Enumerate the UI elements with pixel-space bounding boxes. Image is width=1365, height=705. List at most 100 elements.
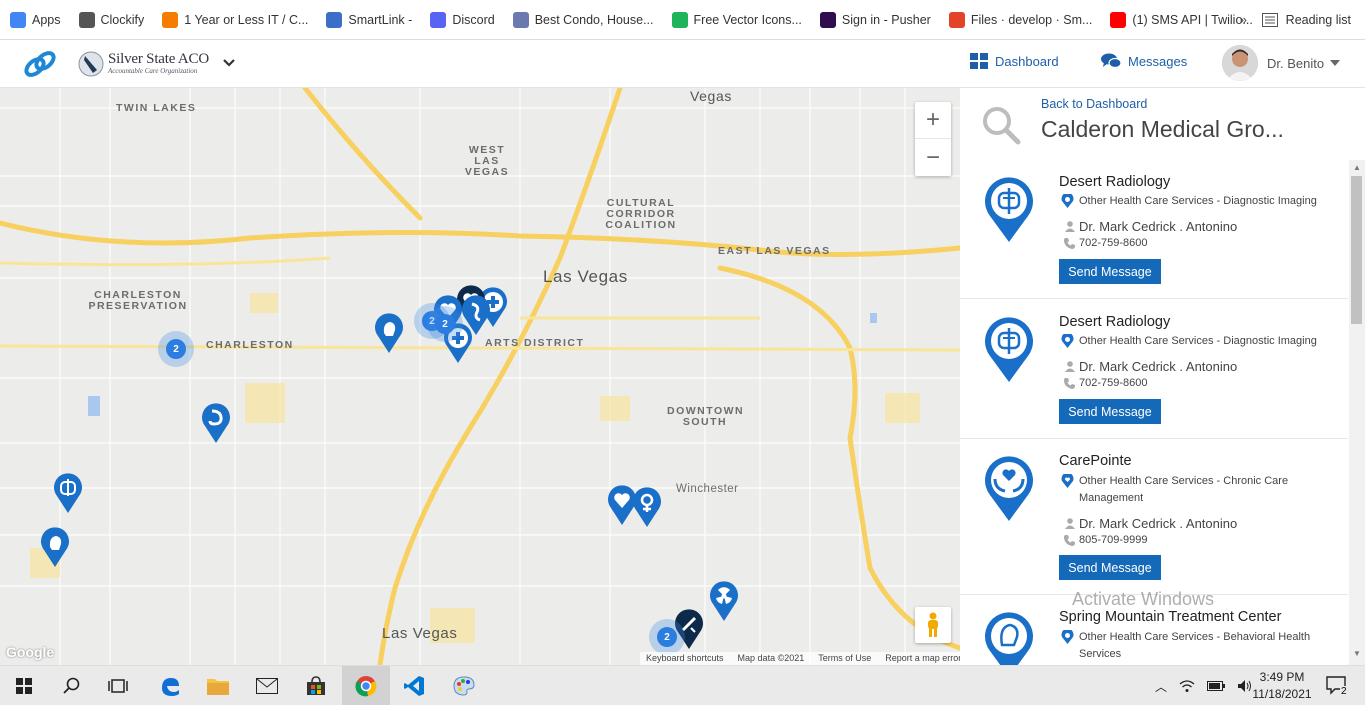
bookmark-item[interactable]: Free Vector Icons... bbox=[671, 11, 802, 28]
provider-doctor: Dr. Mark Cedrick . Antonino bbox=[1079, 516, 1238, 531]
task-view-button[interactable] bbox=[94, 666, 142, 705]
provider-category: Other Health Care Services - Behavioral … bbox=[1079, 631, 1311, 660]
map-footer: Keyboard shortcuts Map data ©2021 Terms … bbox=[640, 652, 960, 665]
map-pin-behavioral-health-2[interactable] bbox=[39, 526, 71, 568]
map-pin-anatomy[interactable] bbox=[460, 294, 492, 336]
report-map-error-link[interactable]: Report a map error bbox=[885, 653, 960, 664]
send-message-button[interactable]: Send Message bbox=[1059, 555, 1161, 580]
map-cluster-marker[interactable]: 2 bbox=[649, 619, 685, 655]
keyboard-shortcuts-link[interactable]: Keyboard shortcuts bbox=[646, 653, 724, 664]
taskbar-clock[interactable]: 3:49 PM 11/18/2021 bbox=[1248, 669, 1316, 703]
clock-time: 3:49 PM bbox=[1259, 670, 1305, 684]
category-pin-icon bbox=[1061, 334, 1074, 348]
user-icon bbox=[1065, 361, 1075, 372]
folder-icon bbox=[207, 679, 229, 695]
taskbar-mail[interactable] bbox=[243, 666, 291, 705]
bookmark-item[interactable]: Best Condo, House... bbox=[512, 11, 654, 28]
zoom-out-button[interactable]: − bbox=[915, 139, 951, 176]
dashboard-nav-link[interactable]: Dashboard bbox=[970, 53, 1059, 69]
caret-down-icon bbox=[1330, 60, 1341, 66]
scrollbar-thumb[interactable] bbox=[1351, 176, 1362, 324]
bookmark-item[interactable]: SmartLink - bbox=[326, 11, 412, 28]
taskbar-paint[interactable] bbox=[440, 666, 488, 705]
map-pin-diagnostic-imaging[interactable] bbox=[52, 472, 84, 514]
zoom-in-button[interactable]: + bbox=[915, 102, 951, 139]
terms-of-use-link[interactable]: Terms of Use bbox=[818, 653, 871, 664]
scroll-down-arrow-icon[interactable]: ▼ bbox=[1353, 649, 1361, 658]
brand-name: Silver State ACO bbox=[108, 51, 209, 67]
map-label-winchester: Winchester bbox=[676, 483, 739, 495]
street-view-pegman-icon[interactable] bbox=[915, 607, 951, 643]
chevron-up-icon[interactable]: ︿ bbox=[1155, 678, 1167, 695]
apps-grid-icon bbox=[10, 11, 26, 28]
taskbar-store[interactable] bbox=[292, 666, 340, 705]
map-cluster-marker[interactable]: 2 bbox=[158, 331, 194, 367]
wifi-icon[interactable] bbox=[1179, 679, 1195, 693]
provider-map[interactable]: TWIN LAKES WEST LAS VEGAS CULTURAL CORRI… bbox=[0, 88, 960, 665]
brand-emblem-icon bbox=[78, 51, 104, 77]
provider-doctor: Dr. Mark Cedrick . Antonino bbox=[1079, 359, 1238, 374]
bookmark-item[interactable]: Apps bbox=[10, 11, 61, 28]
bookmark-item[interactable]: Files · develop · Sm... bbox=[948, 11, 1092, 28]
provider-name[interactable]: Spring Mountain Treatment Center bbox=[1059, 609, 1281, 625]
scroll-up-arrow-icon[interactable]: ▲ bbox=[1353, 163, 1361, 172]
user-icon bbox=[1065, 518, 1075, 529]
provider-phone: 702-759-8600 bbox=[1079, 237, 1148, 249]
taskbar-chrome[interactable] bbox=[342, 666, 390, 705]
brand-tagline: Accountable Care Organization bbox=[108, 67, 198, 75]
flaticon-icon bbox=[671, 11, 688, 28]
map-pin-radiation[interactable] bbox=[708, 580, 740, 622]
map-pin-gastro[interactable] bbox=[200, 402, 232, 444]
provider-name[interactable]: Desert Radiology bbox=[1059, 174, 1170, 190]
provider-phone: 702-759-8600 bbox=[1079, 377, 1148, 389]
send-message-button[interactable]: Send Message bbox=[1059, 259, 1161, 284]
bookmark-item[interactable]: (1) SMS API | Twilio... bbox=[1110, 11, 1253, 28]
map-cluster-marker[interactable]: 2 bbox=[427, 306, 463, 342]
battery-icon[interactable] bbox=[1207, 681, 1226, 691]
mail-icon bbox=[256, 678, 278, 694]
messages-nav-link[interactable]: Messages bbox=[1101, 53, 1187, 69]
brand-logo[interactable]: Silver State ACO Accountable Care Organi… bbox=[78, 50, 218, 80]
chevron-down-icon[interactable] bbox=[222, 56, 236, 70]
phone-icon bbox=[1064, 535, 1075, 546]
user-menu[interactable]: Dr. Benito bbox=[1222, 45, 1341, 81]
provider-doctor: Dr. Mark Cedrick . Antonino bbox=[1079, 219, 1238, 234]
bookmark-item[interactable]: Sign in - Pusher bbox=[819, 11, 931, 28]
clockify-icon bbox=[78, 11, 95, 28]
bookmark-item[interactable]: Discord bbox=[430, 11, 495, 28]
bookmarks-overflow-button[interactable]: » bbox=[1240, 12, 1247, 27]
bookmark-item[interactable]: 1 Year or Less IT / C... bbox=[162, 11, 308, 28]
phone-icon bbox=[1064, 378, 1075, 389]
dashboard-label: Dashboard bbox=[995, 53, 1059, 69]
provider-category: Other Health Care Services - Chronic Car… bbox=[1079, 475, 1289, 504]
provider-name[interactable]: CarePointe bbox=[1059, 453, 1132, 469]
reading-list-button[interactable]: Reading list bbox=[1261, 0, 1351, 40]
app-logo-icon[interactable] bbox=[22, 48, 58, 80]
m-logo-icon bbox=[162, 11, 179, 28]
provider-card: Desert Radiology Other Health Care Servi… bbox=[960, 299, 1348, 439]
map-city-vegas: Vegas bbox=[690, 88, 732, 104]
back-to-dashboard-link[interactable]: Back to Dashboard bbox=[1041, 97, 1147, 111]
taskbar-search-button[interactable] bbox=[48, 666, 96, 705]
pusher-icon bbox=[819, 11, 836, 28]
action-center-button[interactable]: 2 bbox=[1317, 666, 1357, 705]
page-title: Calderon Medical Gro... bbox=[1041, 116, 1284, 142]
windows-start-button[interactable] bbox=[0, 666, 48, 705]
youtube-icon bbox=[1110, 11, 1127, 28]
send-message-button[interactable]: Send Message bbox=[1059, 399, 1161, 424]
link-icon bbox=[326, 11, 343, 28]
map-pin-behavioral-health[interactable] bbox=[373, 312, 405, 354]
diagnostic-imaging-icon bbox=[985, 317, 1033, 382]
vscode-icon bbox=[404, 676, 424, 696]
map-label-west-las-vegas: WEST LAS VEGAS bbox=[464, 144, 510, 178]
taskbar-edge[interactable] bbox=[146, 666, 194, 705]
taskbar-vscode[interactable] bbox=[390, 666, 438, 705]
provider-list-scrollbar[interactable]: ▲ ▼ bbox=[1349, 160, 1365, 665]
google-logo: Google bbox=[6, 644, 55, 660]
taskbar-file-explorer[interactable] bbox=[194, 666, 242, 705]
map-pin-womens-health[interactable] bbox=[631, 486, 663, 528]
bookmark-item[interactable]: Clockify bbox=[78, 11, 144, 28]
condo-icon bbox=[512, 11, 529, 28]
search-icon[interactable] bbox=[980, 104, 1022, 146]
provider-name[interactable]: Desert Radiology bbox=[1059, 314, 1170, 330]
